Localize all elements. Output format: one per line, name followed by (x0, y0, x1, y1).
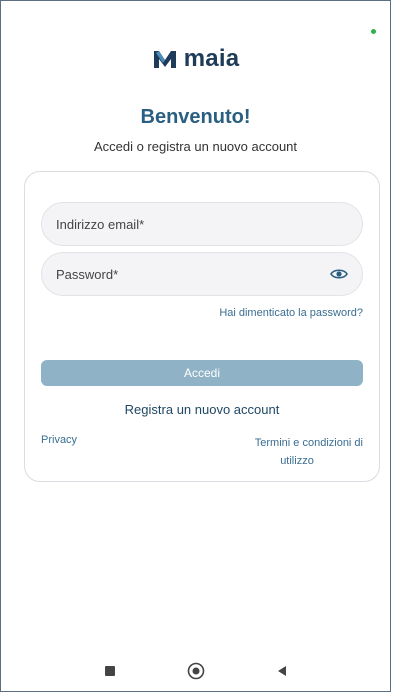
eye-icon[interactable] (330, 265, 348, 283)
terms-link[interactable]: Termini e condizioni di utilizzo (203, 434, 363, 470)
password-placeholder: Password* (56, 266, 119, 282)
email-placeholder: Indirizzo email* (56, 216, 145, 232)
square-icon[interactable] (99, 660, 121, 682)
phone-screen: maia Benvenuto! Accedi o registra un nuo… (0, 0, 391, 692)
terms-line-2: utilizzo (280, 455, 314, 467)
status-indicator-dot (371, 29, 376, 34)
welcome-title: Benvenuto! (140, 106, 251, 128)
email-field[interactable]: Indirizzo email* (41, 202, 363, 246)
register-link[interactable]: Registra un nuovo account (25, 402, 379, 417)
password-field[interactable]: Password* (41, 252, 363, 296)
maia-logo-icon (153, 51, 176, 68)
app-name: maia (183, 45, 240, 72)
login-card: Indirizzo email* Password* Hai dimentica… (24, 171, 380, 482)
forgot-password-link[interactable]: Hai dimenticato la password? (219, 307, 363, 319)
welcome-subtitle: Accedi o registra un nuovo account (93, 139, 298, 154)
privacy-link[interactable]: Privacy (41, 434, 77, 446)
login-button[interactable]: Accedi (41, 360, 363, 386)
app-logo: maia (1, 45, 390, 73)
triangle-back-icon[interactable] (271, 660, 293, 682)
system-navigation-bar (1, 659, 390, 683)
terms-line-1: Termini e condizioni di (254, 437, 363, 449)
circle-home-icon[interactable] (185, 660, 207, 682)
